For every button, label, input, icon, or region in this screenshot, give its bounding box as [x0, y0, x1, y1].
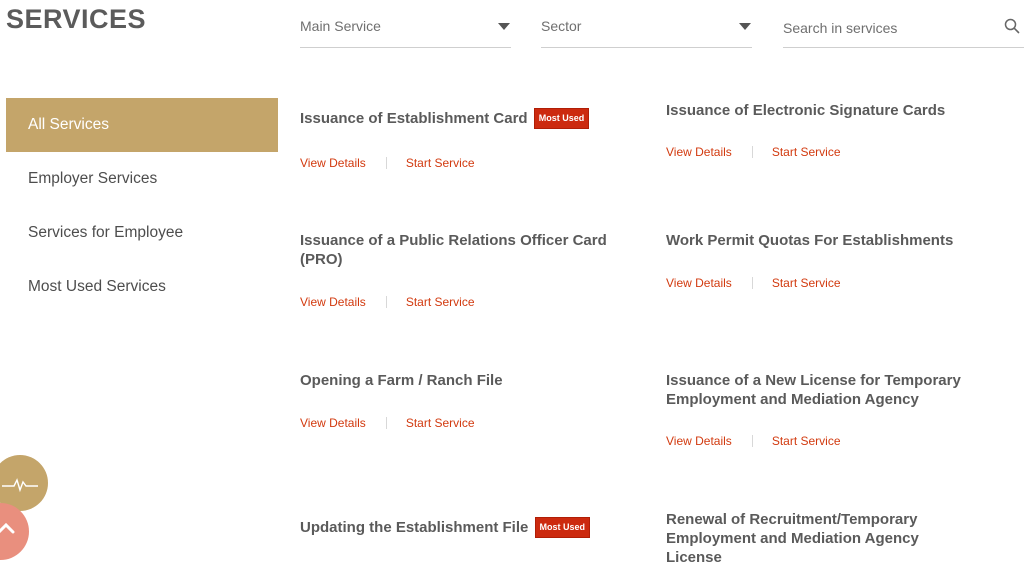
service-links: View Details Start Service — [300, 156, 475, 170]
sidebar-item-services-for-employee[interactable]: Services for Employee — [6, 206, 278, 260]
caret-down-icon — [739, 23, 751, 30]
view-details-link[interactable]: View Details — [666, 434, 732, 448]
service-links: View Details Start Service — [300, 416, 475, 430]
chevron-up-icon — [0, 522, 15, 534]
page-title: SERVICES — [6, 4, 147, 34]
service-card: Issuance of Electronic Signature Cards V… — [666, 101, 1006, 159]
view-details-link[interactable]: View Details — [300, 156, 366, 170]
service-card: Opening a Farm / Ranch File View Details… — [300, 371, 640, 430]
sidebar-item-all-services[interactable]: All Services — [6, 98, 278, 152]
service-links: View Details Start Service — [666, 434, 841, 448]
service-title[interactable]: Issuance of Electronic Signature Cards — [666, 102, 945, 119]
services-sidebar: All Services Employer Services Services … — [6, 98, 278, 314]
link-divider — [385, 417, 387, 429]
start-service-link[interactable]: Start Service — [406, 295, 475, 309]
scroll-to-top-button[interactable] — [0, 503, 29, 560]
start-service-link[interactable]: Start Service — [772, 434, 841, 448]
service-links: View Details Start Service — [666, 145, 841, 159]
start-service-link[interactable]: Start Service — [406, 156, 475, 170]
service-title[interactable]: Issuance of a Public Relations Officer C… — [300, 232, 607, 268]
start-service-link[interactable]: Start Service — [772, 145, 841, 159]
sector-label: Sector — [541, 18, 582, 34]
sidebar-item-employer-services[interactable]: Employer Services — [6, 152, 278, 206]
service-card: Renewal of Recruitment/Temporary Employm… — [666, 510, 956, 567]
main-service-select[interactable]: Main Service — [300, 14, 511, 48]
sidebar-item-most-used-services[interactable]: Most Used Services — [6, 260, 278, 314]
search-icon[interactable] — [1004, 18, 1020, 34]
service-title[interactable]: Work Permit Quotas For Establishments — [666, 232, 953, 249]
service-title[interactable]: Opening a Farm / Ranch File — [300, 372, 503, 389]
service-card: Work Permit Quotas For Establishments Vi… — [666, 231, 1006, 290]
view-details-link[interactable]: View Details — [666, 145, 732, 159]
link-divider — [385, 296, 387, 308]
link-divider — [751, 277, 753, 289]
most-used-badge: Most Used — [533, 108, 590, 129]
service-card: Issuance of a Public Relations Officer C… — [300, 231, 620, 309]
caret-down-icon — [498, 23, 510, 30]
view-details-link[interactable]: View Details — [300, 295, 366, 309]
search-box — [783, 14, 1024, 48]
most-used-badge: Most Used — [534, 517, 591, 538]
service-title[interactable]: Issuance of a New License for Temporary … — [666, 372, 961, 408]
view-details-link[interactable]: View Details — [300, 416, 366, 430]
service-title[interactable]: Renewal of Recruitment/Temporary Employm… — [666, 511, 919, 566]
service-card: Issuance of Establishment Card Most Used… — [300, 108, 640, 170]
service-title[interactable]: Updating the Establishment File — [300, 519, 528, 536]
service-title[interactable]: Issuance of Establishment Card — [300, 110, 528, 127]
sector-select[interactable]: Sector — [541, 14, 752, 48]
view-details-link[interactable]: View Details — [666, 276, 732, 290]
search-input[interactable] — [783, 14, 993, 42]
start-service-link[interactable]: Start Service — [406, 416, 475, 430]
start-service-link[interactable]: Start Service — [772, 276, 841, 290]
service-links: View Details Start Service — [666, 276, 841, 290]
link-divider — [385, 157, 387, 169]
link-divider — [751, 146, 753, 158]
main-service-label: Main Service — [300, 18, 381, 34]
service-links: View Details Start Service — [300, 295, 475, 309]
service-card: Updating the Establishment File Most Use… — [300, 517, 640, 538]
service-card: Issuance of a New License for Temporary … — [666, 371, 976, 448]
link-divider — [751, 435, 753, 447]
